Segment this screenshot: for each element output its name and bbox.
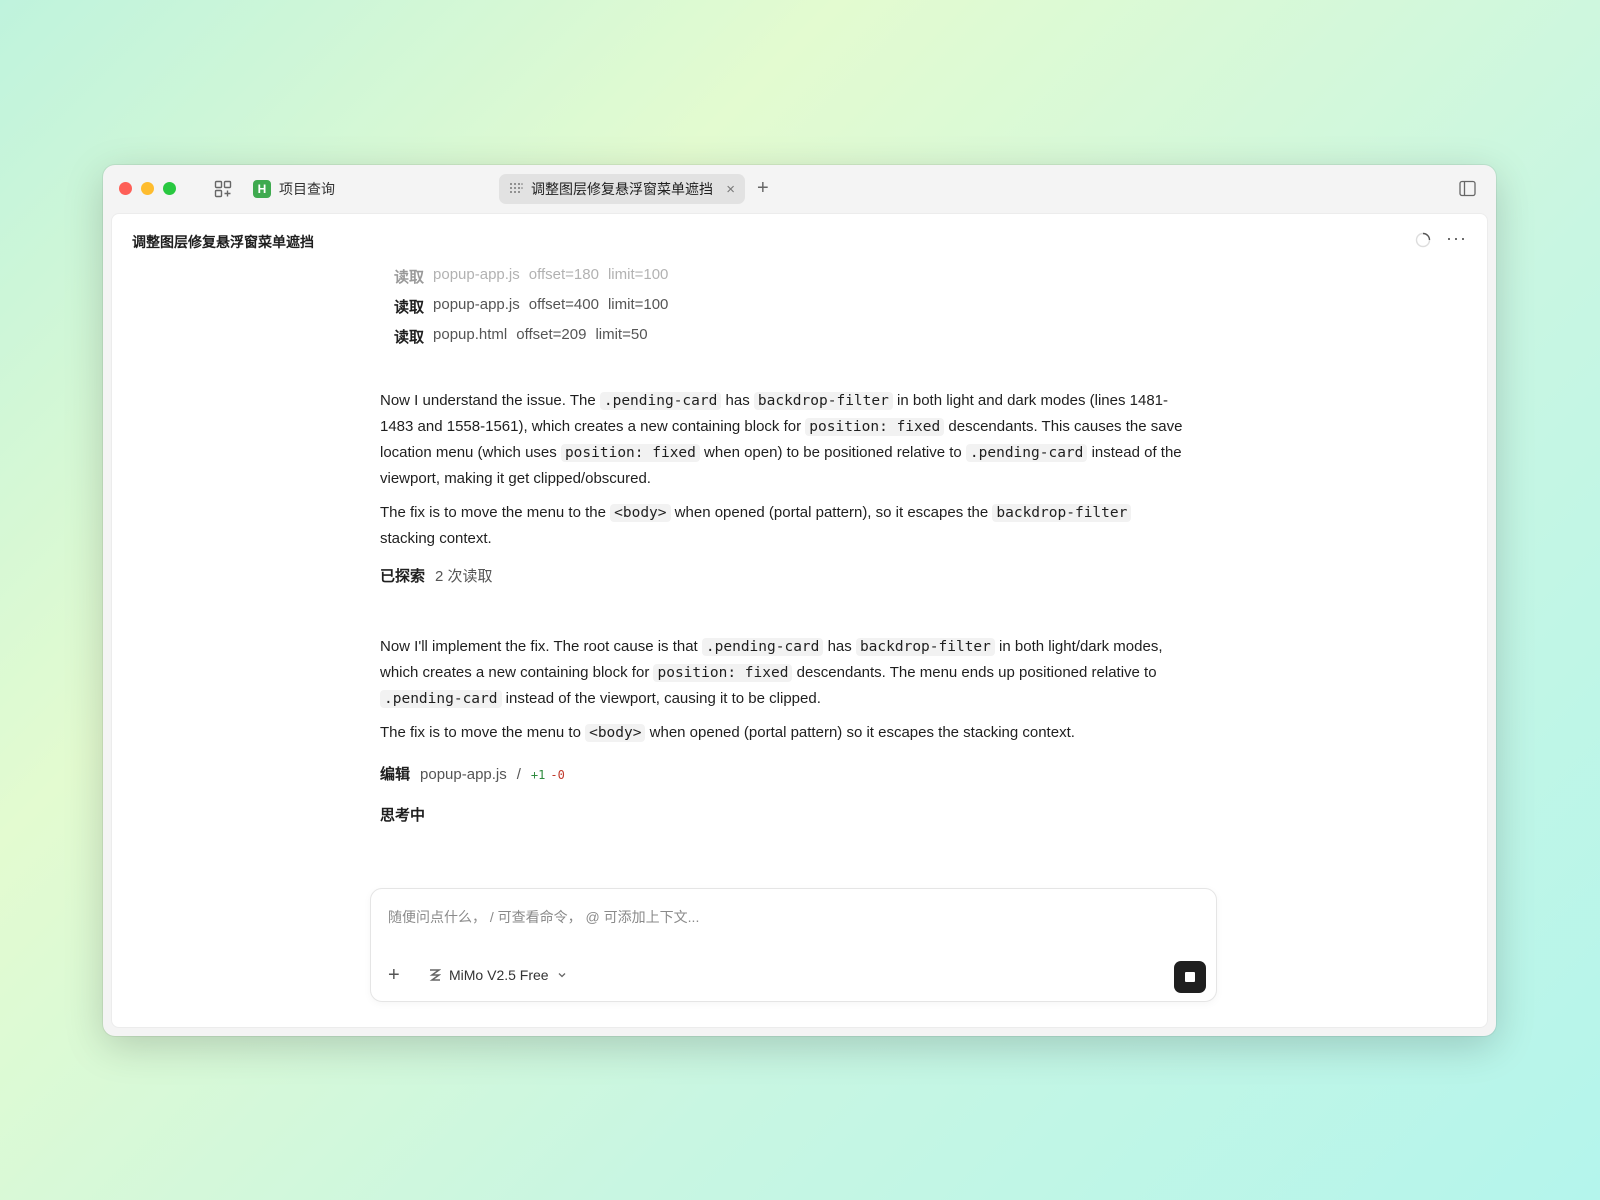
tab-current-label: 调整图层修复悬浮窗菜单遮挡 (531, 181, 713, 197)
apps-grid-icon[interactable] (214, 180, 232, 198)
lines-added: +1 (530, 768, 546, 782)
title-bar: H 项目查询 调整图层修复悬浮窗菜单遮挡 × + (103, 165, 1496, 213)
tool-limit: limit=50 (595, 326, 648, 343)
code-inline: position: fixed (653, 664, 793, 682)
tool-limit: limit=100 (607, 266, 669, 283)
tab-current-task[interactable]: 调整图层修复悬浮窗菜单遮挡 × (499, 174, 745, 204)
new-tab-button[interactable]: + (757, 177, 769, 199)
tool-limit: limit=100 (607, 296, 669, 313)
stop-icon (1185, 972, 1195, 982)
code-inline: <body> (585, 724, 646, 742)
more-options-icon[interactable]: ··· (1446, 228, 1467, 249)
thinking-label: 思考中 (380, 807, 426, 824)
code-inline: backdrop-filter (753, 392, 893, 410)
chevron-down-icon (558, 973, 566, 978)
assistant-message: The fix is to move the menu to the <body… (380, 500, 1190, 551)
main-panel: 调整图层修复悬浮窗菜单遮挡 ··· 读取 popup-app.js offset… (111, 213, 1488, 1028)
code-inline: backdrop-filter (855, 638, 995, 656)
edit-file: popup-app.js (420, 766, 507, 783)
edit-summary[interactable]: 编辑 popup-app.js / +1 -0 (380, 763, 565, 784)
code-inline: position: fixed (805, 418, 945, 436)
chat-input[interactable] (388, 909, 1088, 925)
explored-detail: 2 次读取 (435, 568, 493, 585)
code-inline: <body> (610, 504, 671, 522)
close-tab-icon[interactable]: × (726, 182, 735, 197)
model-logo-icon (429, 969, 441, 981)
sidebar-toggle-icon[interactable] (1459, 180, 1476, 197)
tool-file: popup-app.js (433, 296, 520, 313)
page-title: 调整图层修复悬浮窗菜单遮挡 (132, 234, 314, 250)
lines-removed: -0 (550, 768, 565, 782)
tool-call-read: 读取 popup.html offset=209 limit=50 (394, 326, 648, 347)
code-inline: .pending-card (701, 638, 824, 656)
edit-label: 编辑 (380, 766, 411, 783)
tool-verb: 读取 (394, 269, 425, 286)
tool-file: popup.html (433, 326, 508, 343)
loading-spinner-icon (1415, 232, 1431, 248)
dotted-grid-icon (510, 183, 523, 193)
message-composer: + MiMo V2.5 Free (370, 888, 1217, 1002)
tool-offset: offset=209 (516, 326, 587, 343)
attach-button[interactable]: + (388, 965, 400, 985)
explored-label: 已探索 (380, 568, 426, 585)
tab-project-query[interactable]: H 项目查询 (253, 177, 335, 201)
code-inline: backdrop-filter (992, 504, 1132, 522)
tool-call-read: 读取 popup-app.js offset=400 limit=100 (394, 296, 668, 317)
explored-summary[interactable]: 已探索 2 次读取 (380, 565, 493, 586)
window-controls (119, 182, 176, 195)
model-name: MiMo V2.5 Free (449, 967, 549, 983)
assistant-message: Now I understand the issue. The .pending… (380, 392, 1183, 487)
close-window-button[interactable] (119, 182, 132, 195)
assistant-message: The fix is to move the menu to <body> wh… (380, 724, 1075, 742)
code-inline: .pending-card (380, 690, 502, 708)
stop-generation-button[interactable] (1174, 961, 1206, 993)
model-selector[interactable]: MiMo V2.5 Free (429, 967, 567, 983)
code-inline: .pending-card (965, 444, 1088, 462)
project-badge-icon: H (253, 180, 271, 198)
tab-project-label: 项目查询 (279, 181, 335, 197)
thinking-status: 思考中 (380, 804, 425, 825)
code-inline: position: fixed (560, 444, 700, 462)
edit-separator: / (516, 766, 521, 783)
tool-verb: 读取 (394, 299, 425, 316)
app-window: H 项目查询 调整图层修复悬浮窗菜单遮挡 × + 调整图层修复悬浮窗菜单遮挡 ·… (103, 165, 1496, 1036)
tool-offset: offset=400 (528, 296, 599, 313)
minimize-window-button[interactable] (141, 182, 154, 195)
tool-offset: offset=180 (528, 266, 599, 283)
code-inline: .pending-card (599, 392, 722, 410)
assistant-message: Now I'll implement the fix. The root cau… (380, 638, 1163, 708)
tool-call-read: 读取 popup-app.js offset=180 limit=100 (394, 266, 668, 287)
maximize-window-button[interactable] (163, 182, 176, 195)
tool-verb: 读取 (394, 329, 425, 346)
tool-file: popup-app.js (433, 266, 520, 283)
